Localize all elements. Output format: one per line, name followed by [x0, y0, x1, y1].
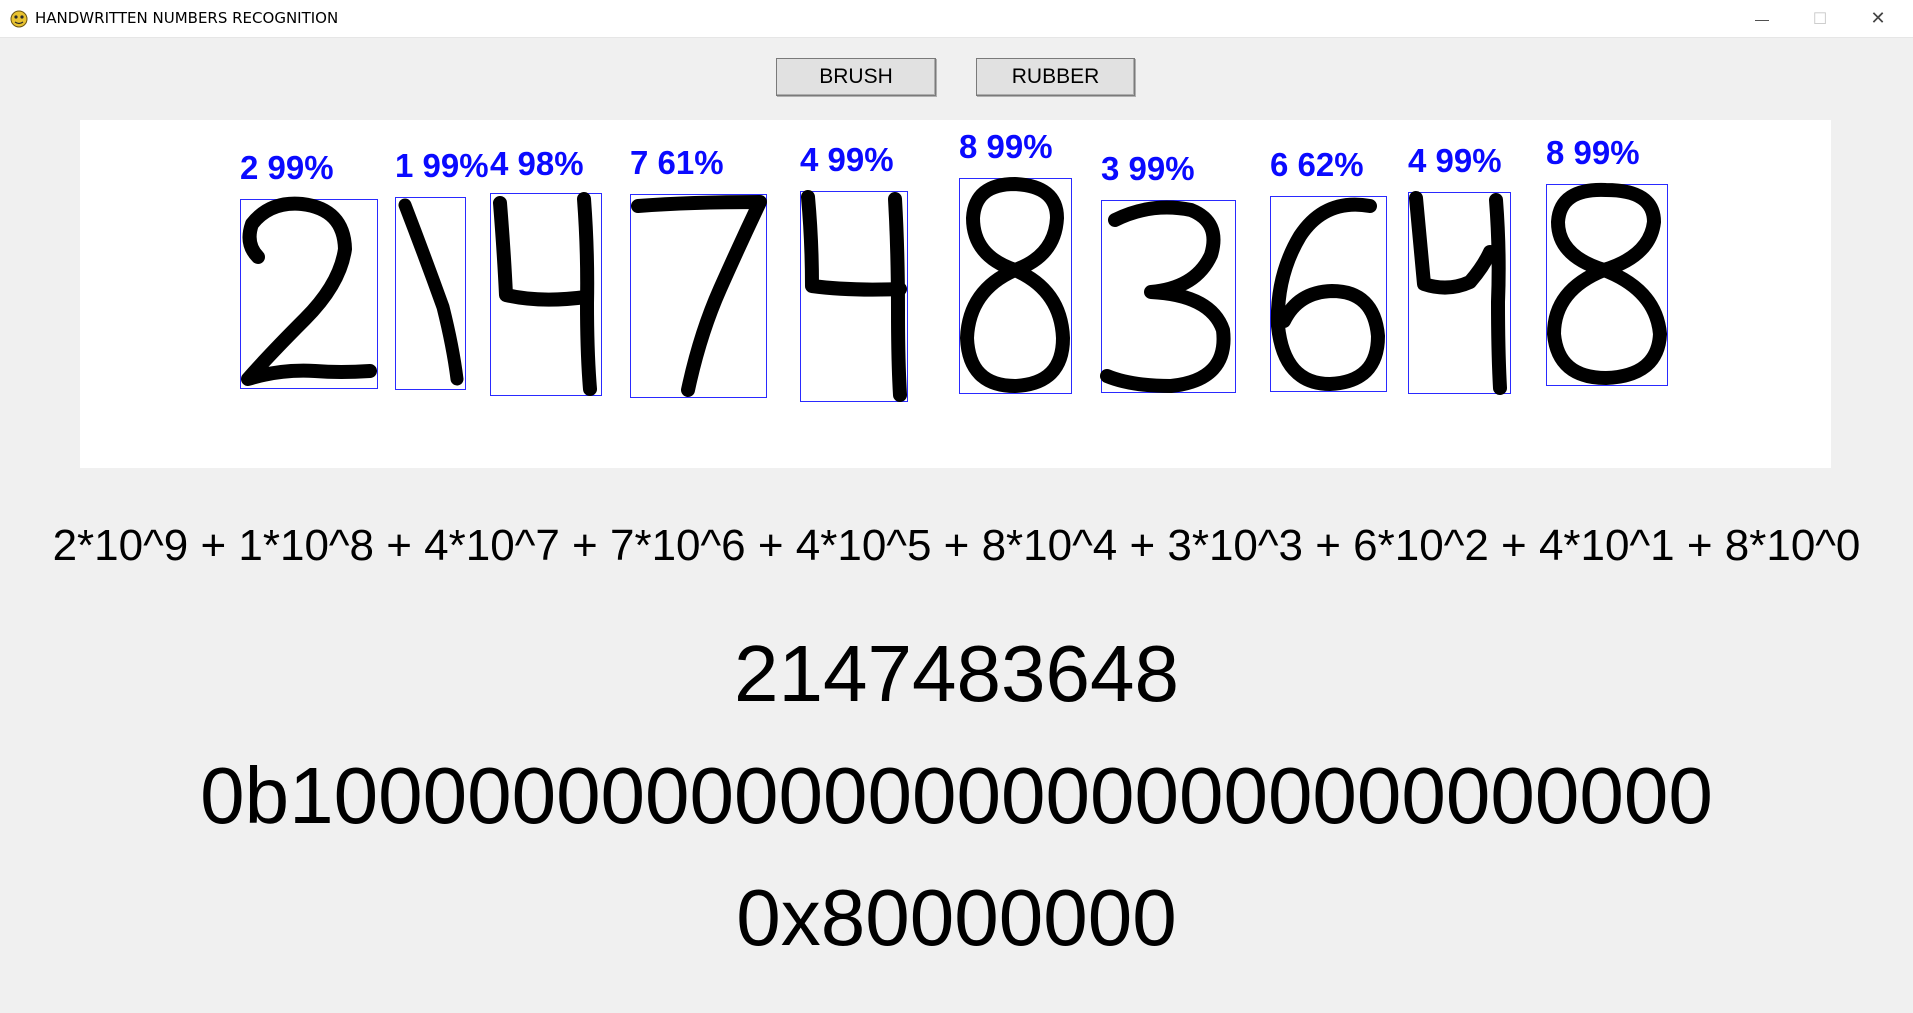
brush-button[interactable]: BRUSH [776, 58, 936, 96]
prediction-label: 3 99% [1101, 150, 1195, 187]
handwritten-digit-stroke [801, 190, 907, 402]
prediction-label: 8 99% [959, 128, 1053, 165]
minimize-button[interactable]: — [1733, 0, 1791, 37]
handwritten-digit-stroke [1100, 200, 1231, 393]
close-button[interactable]: ✕ [1849, 0, 1907, 37]
handwritten-digit-stroke [1409, 191, 1507, 395]
handwritten-digit-stroke [631, 195, 767, 397]
prediction-label: 8 99% [1546, 134, 1640, 171]
drawing-canvas[interactable]: 2 99% 1 99% 4 98% 7 61% 4 99% 8 99% 3 99… [80, 120, 1831, 468]
handwritten-digit-stroke [493, 192, 597, 396]
prediction-label: 2 99% [240, 149, 334, 186]
prediction-label: 6 62% [1270, 146, 1364, 183]
window-title: HANDWRITTEN NUMBERS RECOGNITION [35, 9, 339, 27]
binary-result: 0b10000000000000000000000000000000 [200, 751, 1713, 840]
handwritten-digit-stroke [398, 198, 464, 386]
handwritten-digit-stroke [1547, 182, 1667, 385]
prediction-label: 4 98% [490, 145, 584, 182]
prediction-label: 4 99% [800, 141, 894, 178]
minimize-icon: — [1755, 10, 1769, 27]
positional-expansion: 2*10^9 + 1*10^8 + 4*10^7 + 7*10^6 + 4*10… [52, 521, 1861, 570]
prediction-label: 7 61% [630, 144, 724, 181]
decimal-result: 2147483648 [734, 629, 1179, 718]
prediction-label: 4 99% [1408, 142, 1502, 179]
hex-result: 0x80000000 [736, 873, 1177, 962]
pygame-snake-icon [10, 10, 28, 28]
maximize-button[interactable]: ☐ [1791, 0, 1849, 37]
handwritten-digit-stroke [960, 177, 1070, 393]
prediction-label: 1 99% [395, 147, 489, 184]
handwritten-digit-stroke [241, 196, 377, 386]
close-icon: ✕ [1870, 8, 1886, 28]
handwritten-digit-stroke [1270, 197, 1385, 391]
maximize-icon: ☐ [1812, 10, 1828, 28]
rubber-button[interactable]: RUBBER [976, 58, 1135, 96]
title-bar: HANDWRITTEN NUMBERS RECOGNITION — ☐ ✕ [0, 0, 1913, 38]
